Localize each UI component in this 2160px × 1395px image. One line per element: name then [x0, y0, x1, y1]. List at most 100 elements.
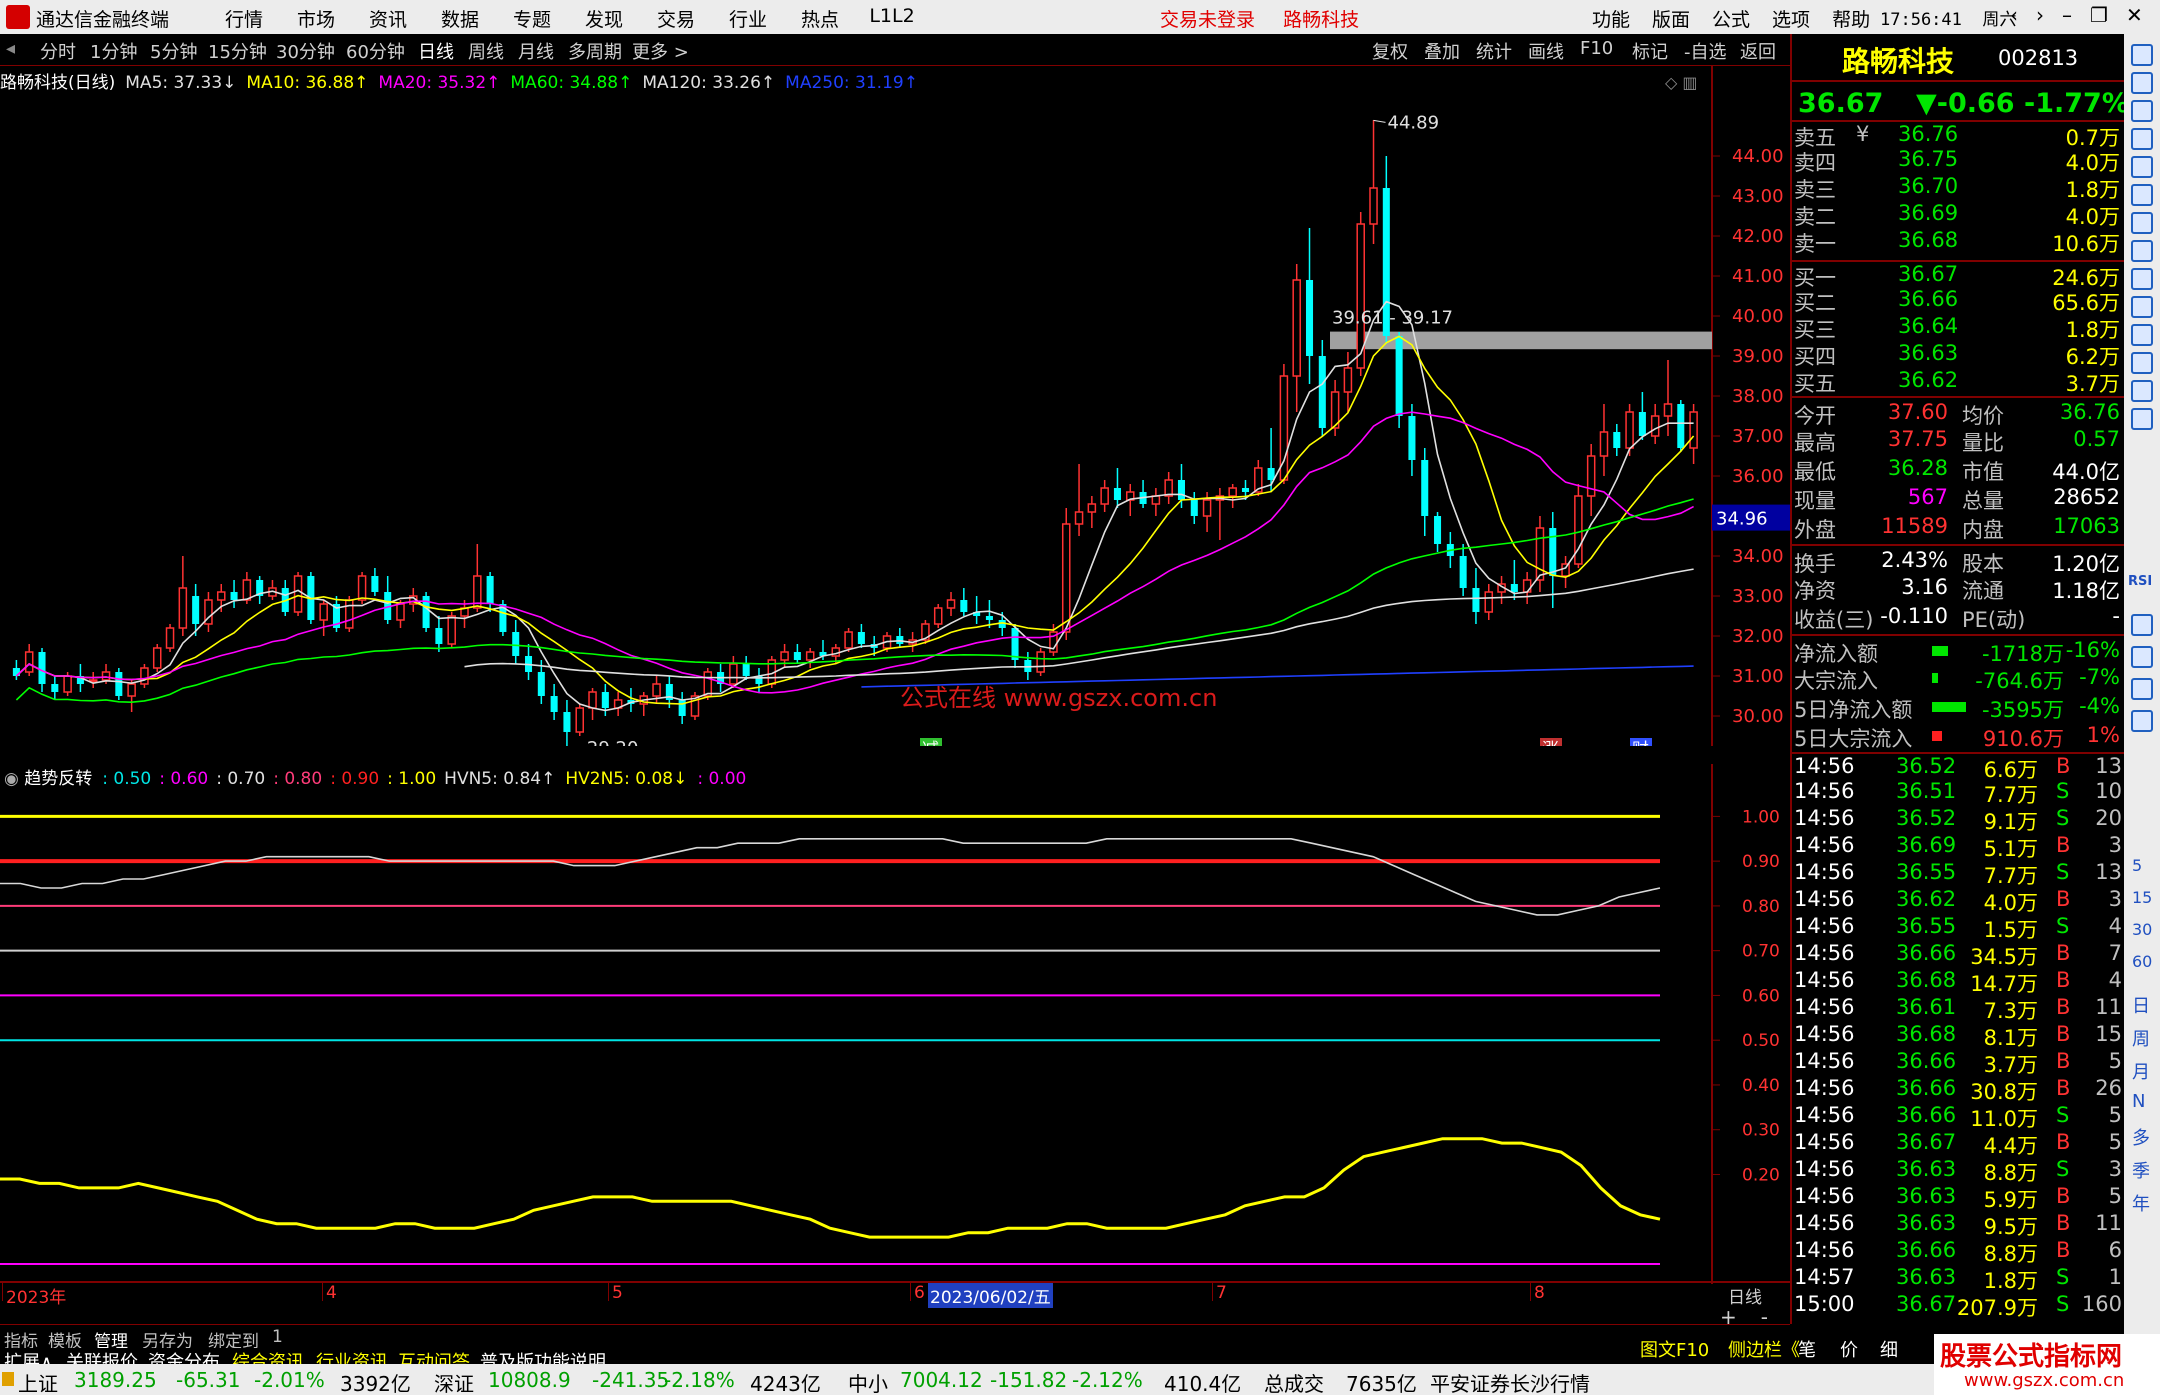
sidebar-period-15[interactable]: 15 — [2132, 888, 2152, 907]
menu-item-0[interactable]: 行情 — [208, 5, 280, 32]
bid-price[interactable]: 36.62 — [1898, 368, 1958, 392]
circle-icon[interactable] — [2131, 408, 2153, 430]
bid-price[interactable]: 36.66 — [1898, 287, 1958, 311]
tick-direction: S — [2056, 860, 2070, 884]
login-status[interactable]: 交易未登录 — [1160, 9, 1255, 31]
back-icon[interactable]: ‹ — [2010, 3, 2018, 27]
period-tab-6[interactable]: 日线 — [418, 38, 454, 64]
rsi-icon[interactable]: RSI — [2128, 574, 2152, 589]
menu-item-8[interactable]: 热点 — [784, 5, 856, 32]
ask-price[interactable]: 36.69 — [1898, 201, 1958, 225]
chart-icon[interactable] — [2131, 44, 2153, 66]
sidebar-period-tab[interactable]: N — [2132, 1091, 2145, 1112]
toolbar-button-1[interactable]: 叠加 — [1424, 38, 1460, 64]
menu-item-1[interactable]: 市场 — [280, 5, 352, 32]
list-icon[interactable] — [2131, 128, 2153, 150]
candlestick-chart[interactable]: 44.00 43.00 42.00 41.00 40.00 39.00 38.00 37.00… — [0, 66, 1790, 746]
period-tab-3[interactable]: 15分钟 — [208, 38, 267, 64]
zoom-out-button[interactable]: - — [1761, 1305, 1768, 1329]
right-bottom-tab-3[interactable]: 价 — [1840, 1336, 1858, 1362]
forward-icon[interactable]: › — [2036, 3, 2044, 27]
data-icon[interactable] — [2131, 352, 2153, 374]
candle — [1190, 492, 1198, 524]
candle — [1459, 544, 1467, 596]
right-menu-item-0[interactable]: 功能 — [1592, 5, 1630, 32]
ask-price[interactable]: 36.75 — [1898, 147, 1958, 171]
period-tab-4[interactable]: 30分钟 — [276, 38, 335, 64]
flow-value: 910.6万 — [1982, 727, 2064, 751]
menu-item-5[interactable]: 发现 — [568, 5, 640, 32]
toolbar-button-4[interactable]: F10 — [1580, 38, 1613, 59]
minimize-icon[interactable]: – — [2062, 3, 2072, 27]
move-icon[interactable] — [2131, 614, 2153, 636]
close-icon[interactable]: ✕ — [2126, 3, 2143, 27]
status-broker: 平安证券长沙行情 — [1430, 1372, 1590, 1395]
pen-icon[interactable] — [2131, 646, 2153, 668]
doc-icon[interactable] — [2131, 380, 2153, 402]
right-menu-item-2[interactable]: 公式 — [1712, 5, 1750, 32]
sidebar-period-tab[interactable]: 季 — [2132, 1157, 2150, 1183]
period-tab-1[interactable]: 1分钟 — [90, 38, 137, 64]
candle-icon[interactable] — [2131, 212, 2153, 234]
restore-icon[interactable]: ❐ — [2090, 3, 2108, 27]
period-tab-10[interactable]: 更多 > — [632, 38, 689, 64]
period-tab-7[interactable]: 周线 — [468, 38, 504, 64]
ask-price[interactable]: 36.76 — [1898, 122, 1958, 146]
menu-item-4[interactable]: 专题 — [496, 5, 568, 32]
menu-item-2[interactable]: 资讯 — [352, 5, 424, 32]
table-icon[interactable] — [2131, 240, 2153, 262]
candle — [525, 644, 533, 680]
period-tab-2[interactable]: 5分钟 — [150, 38, 197, 64]
line-icon[interactable] — [2131, 184, 2153, 206]
sidebar-period-tab[interactable]: 日 — [2132, 992, 2150, 1018]
sidebar-period-5[interactable]: 5 — [2132, 856, 2142, 875]
bid-price[interactable]: 36.64 — [1898, 314, 1958, 338]
bid-price[interactable]: 36.67 — [1898, 262, 1958, 286]
candle — [268, 580, 277, 600]
sidebar-period-tab[interactable]: 周 — [2132, 1025, 2150, 1051]
news-icon[interactable] — [2131, 324, 2153, 346]
right-menu-item-1[interactable]: 版面 — [1652, 5, 1690, 32]
toolbar-button-6[interactable]: -自选 — [1684, 38, 1727, 64]
right-menu-item-3[interactable]: 选项 — [1772, 5, 1810, 32]
sidebar-period-60[interactable]: 60 — [2132, 952, 2152, 971]
menu-item-3[interactable]: 数据 — [424, 5, 496, 32]
menu-item-7[interactable]: 行业 — [712, 5, 784, 32]
period-tab-9[interactable]: 多周期 — [568, 38, 622, 64]
period-tab-0[interactable]: 分时 — [40, 38, 76, 64]
right-menu-item-4[interactable]: 帮助 — [1832, 5, 1870, 32]
sidebar-period-tab[interactable]: 月 — [2132, 1058, 2150, 1084]
grid2-icon[interactable] — [2131, 710, 2153, 732]
sidebar-period-tab[interactable]: 年 — [2132, 1190, 2150, 1216]
zoom-in-button[interactable]: + — [1720, 1305, 1737, 1329]
ask-price[interactable]: 36.70 — [1898, 174, 1958, 198]
down-arrow-icon[interactable] — [2131, 100, 2153, 122]
right-bottom-tab-1[interactable]: 侧边栏《 — [1728, 1336, 1800, 1362]
sidebar-period-tab[interactable]: 多 — [2132, 1124, 2150, 1150]
sidebar-period-30[interactable]: 30 — [2132, 920, 2152, 939]
toolbar-button-2[interactable]: 统计 — [1476, 38, 1512, 64]
right-bottom-tab-4[interactable]: 细 — [1880, 1336, 1898, 1362]
right-bottom-tab-0[interactable]: 图文F10 — [1640, 1336, 1709, 1362]
f10-icon[interactable] — [2131, 268, 2153, 290]
up-arrow-icon[interactable] — [2131, 72, 2153, 94]
period-tab-5[interactable]: 60分钟 — [346, 38, 405, 64]
menu-item-6[interactable]: 交易 — [640, 5, 712, 32]
fs-icon[interactable] — [2131, 678, 2153, 700]
toolbar-button-0[interactable]: 复权 — [1372, 38, 1408, 64]
indicator-chart[interactable]: 1.00 0.90 0.80 0.70 0.60 0.50 0.40 0.30 0.20 — [0, 764, 1790, 1284]
tick-time: 14:56 — [1794, 779, 1855, 803]
grid-icon[interactable] — [2131, 156, 2153, 178]
toolbar-button-7[interactable]: 返回 — [1740, 38, 1776, 64]
info-icon[interactable] — [2131, 296, 2153, 318]
chart-options-icon[interactable]: ◇ ▥ — [1665, 73, 1698, 92]
right-bottom-tab-2[interactable]: 笔 — [1798, 1336, 1816, 1362]
toolbar-button-3[interactable]: 画线 — [1528, 38, 1564, 64]
bid-price[interactable]: 36.63 — [1898, 341, 1958, 365]
ask-price[interactable]: 36.68 — [1898, 228, 1958, 252]
toolbar-button-5[interactable]: 标记 — [1632, 38, 1668, 64]
collapse-icon[interactable]: ◂ — [6, 38, 15, 59]
candle — [1228, 484, 1237, 508]
menu-item-9[interactable]: L1L2 — [856, 5, 928, 32]
period-tab-8[interactable]: 月线 — [518, 38, 554, 64]
